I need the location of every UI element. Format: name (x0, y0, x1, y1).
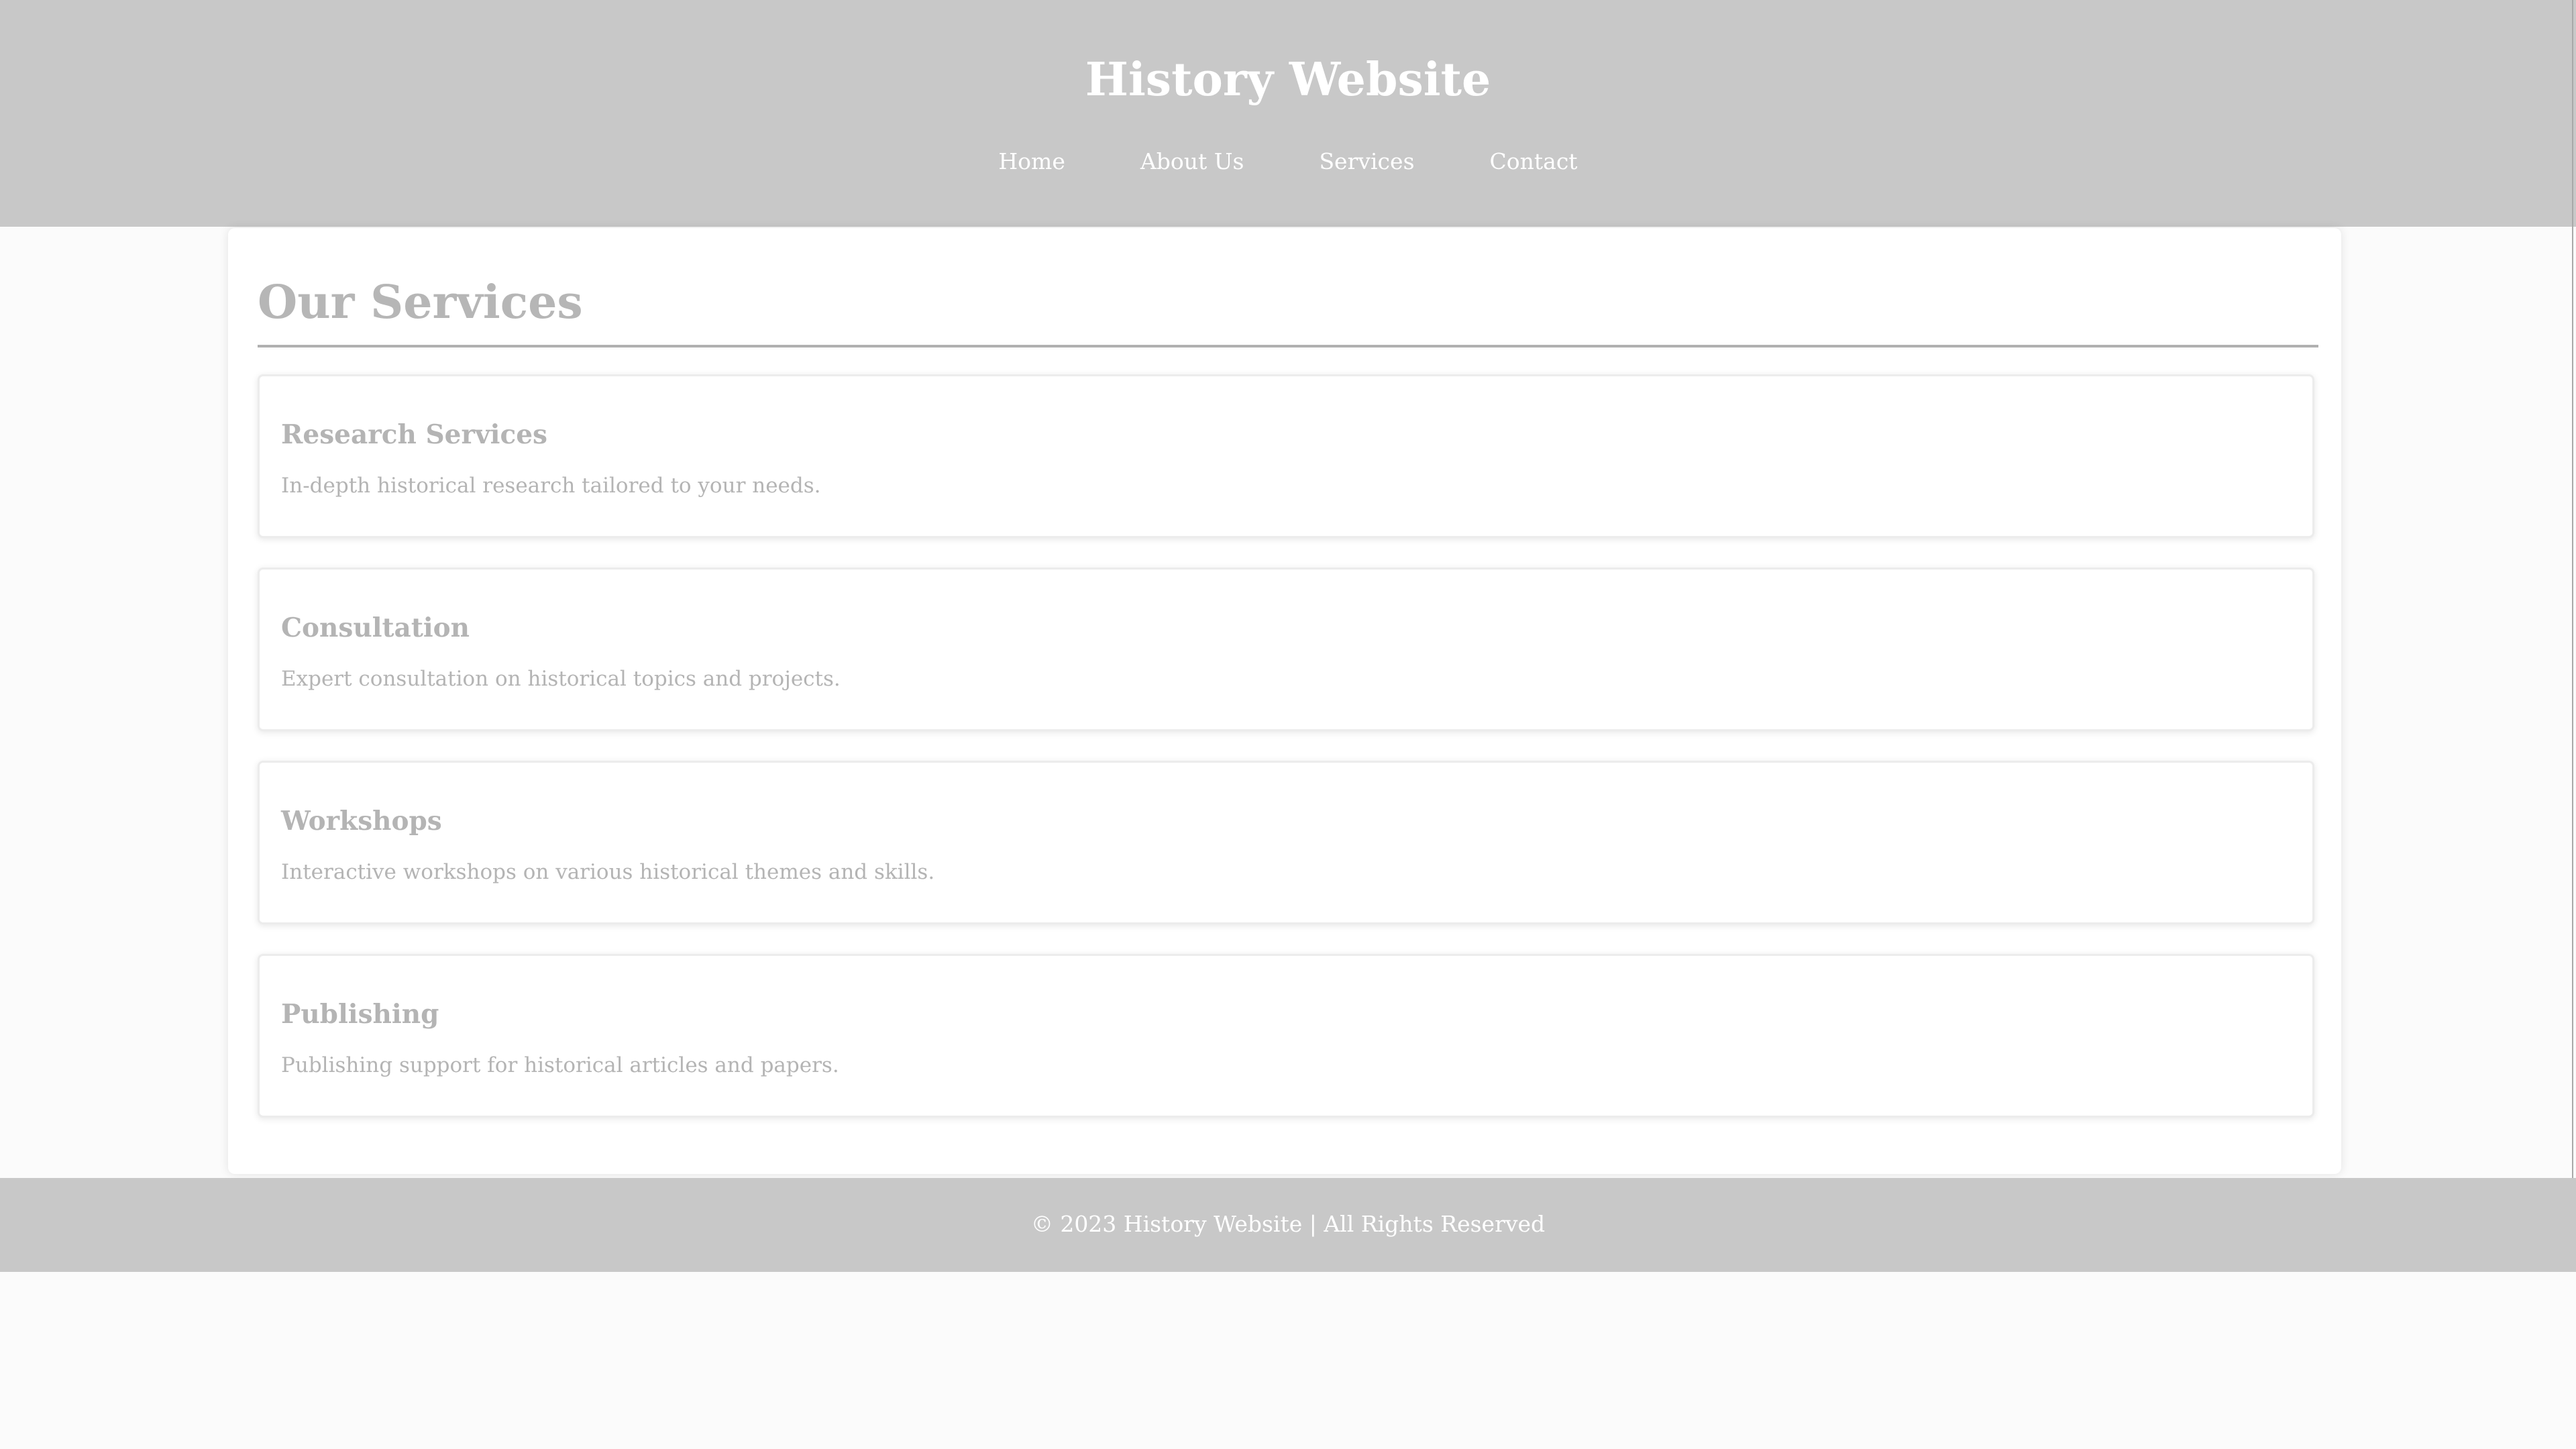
service-card-title: Consultation (281, 612, 470, 643)
service-card-title: Research Services (281, 419, 548, 450)
service-card-workshops: Workshops Interactive workshops on vario… (258, 761, 2314, 924)
service-card-research: Research Services In-depth historical re… (258, 374, 2314, 538)
service-card-description: Interactive workshops on various histori… (281, 860, 935, 884)
service-card-description: Expert consultation on historical topics… (281, 667, 841, 691)
site-title: History Website (1085, 53, 1491, 107)
site-footer: © 2023 History Website | All Rights Rese… (0, 1178, 2576, 1272)
service-card-description: Publishing support for historical articl… (281, 1053, 839, 1077)
service-card-title: Workshops (281, 806, 442, 837)
nav-link-about-us[interactable]: About Us (1140, 146, 1244, 177)
nav-link-home[interactable]: Home (998, 146, 1065, 177)
main-nav: Home About Us Services Contact (0, 146, 2576, 177)
site-header: History Website Home About Us Services C… (0, 0, 2576, 227)
window-edge-divider (2572, 0, 2573, 1272)
footer-copyright: © 2023 History Website | All Rights Rese… (1030, 1211, 1546, 1237)
title-divider (258, 345, 2318, 347)
nav-link-services[interactable]: Services (1319, 146, 1414, 177)
service-card-publishing: Publishing Publishing support for histor… (258, 954, 2314, 1118)
page-title: Our Services (258, 276, 583, 329)
services-container: Our Services Research Services In-depth … (228, 228, 2341, 1174)
service-card-description: In-depth historical research tailored to… (281, 474, 821, 498)
service-card-title: Publishing (281, 999, 439, 1030)
nav-link-contact[interactable]: Contact (1490, 146, 1578, 177)
service-card-consultation: Consultation Expert consultation on hist… (258, 568, 2314, 731)
